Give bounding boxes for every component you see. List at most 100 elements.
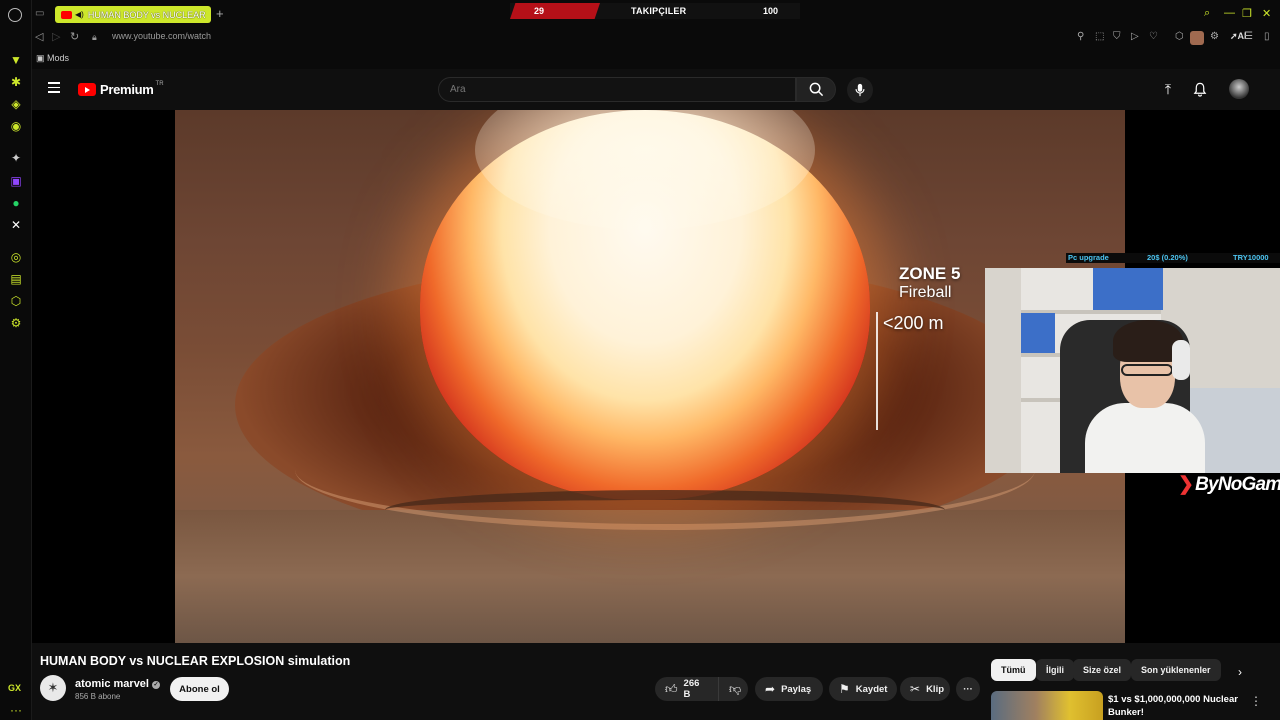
gx-control-icon[interactable]: ✱ (8, 74, 24, 90)
save-label: Kaydet (855, 683, 888, 695)
recommendation-thumbnail[interactable] (991, 691, 1103, 720)
tab-youtube[interactable]: ◀) HUMAN BODY vs NUCLEAR (55, 6, 211, 23)
back-icon[interactable]: ◁ (35, 30, 43, 43)
follower-goal-bar: 29 TAKIPÇILER 100 (510, 3, 800, 19)
more-actions-button[interactable]: ··· (956, 677, 980, 701)
reload-icon[interactable]: ↻ (70, 30, 79, 43)
chevron-right-icon[interactable]: › (1238, 665, 1242, 679)
whatsapp-icon[interactable]: ● (8, 195, 24, 211)
channel-name-row[interactable]: atomic marvel ✓ (75, 678, 160, 690)
address-bar: ◁ ▷ ↻ 🔒︎ www.youtube.com/watch ⚲ ⬚ ⛉ ▷ ♡… (32, 28, 1280, 48)
gx-label: GX (8, 683, 22, 693)
extensions-icon[interactable]: ⬡ (8, 293, 24, 309)
voice-search-button[interactable] (847, 77, 873, 103)
vpn-icon[interactable]: ⬡ (1175, 31, 1184, 42)
goal-target: TRY10000 (1233, 253, 1269, 262)
brand-mark-icon: ❯ (1178, 474, 1194, 495)
player-icon[interactable]: ◎ (8, 249, 24, 265)
chatgpt-icon[interactable]: ✦ (8, 150, 24, 166)
search-input[interactable] (439, 78, 759, 101)
follower-label: TAKIPÇILER (631, 6, 687, 16)
new-tab-button[interactable]: + (216, 6, 224, 21)
restore-icon[interactable]: ❐ (1242, 7, 1252, 20)
speed-dial-icon[interactable]: ▼ (8, 52, 24, 68)
donation-goal-bar: Pc upgrade 20$ (0.20%) TRY10000 (1066, 253, 1280, 263)
url-field[interactable]: www.youtube.com/watch (112, 31, 211, 41)
share-button[interactable]: ➦ Paylaş (755, 677, 823, 701)
chip-all[interactable]: Tümü (991, 659, 1036, 681)
twitch-icon[interactable]: ▣ (8, 173, 24, 189)
like-button[interactable]: 👍︎ 266 B (655, 677, 718, 701)
history-icon[interactable]: ▤ (8, 271, 24, 287)
search-box (438, 77, 796, 102)
webcam-blue-panel (1021, 313, 1055, 353)
follower-current: 29 (534, 6, 545, 16)
save-button[interactable]: ⚑ Kaydet (829, 677, 897, 701)
play-icon[interactable]: ▷ (1131, 31, 1139, 42)
brand-text: ByNoGame (1195, 473, 1280, 495)
browser-window: ▼ ✱ ◈ ◉ ✦ ▣ ● ✕ ◎ ▤ ⬡ ⚙ GX ··· ▭ ◀) HUMA… (0, 0, 1280, 720)
opera-gx-logo-icon[interactable] (8, 8, 22, 22)
x-twitter-icon[interactable]: ✕ (8, 217, 24, 233)
search-icon (809, 82, 823, 97)
recommendation-more-icon[interactable]: ⋮ (1250, 694, 1262, 708)
microphone-icon (855, 83, 865, 97)
youtube-premium-logo[interactable]: Premium TR (78, 80, 164, 97)
clip-button[interactable]: ✂ Klip (900, 677, 950, 701)
lock-icon: 🔒︎ (92, 32, 97, 42)
menu-hamburger-icon[interactable] (48, 82, 60, 93)
country-code: TR (155, 80, 164, 87)
zone-distance: <200 m (883, 313, 944, 333)
more-icon[interactable]: ··· (8, 702, 24, 718)
channel-name[interactable]: atomic marvel (75, 678, 149, 690)
pin-icon[interactable]: ⚲ (1077, 31, 1084, 42)
forward-icon[interactable]: ▷ (52, 30, 60, 43)
gx-corner-icon[interactable]: ◈ (8, 96, 24, 112)
bookmarks-bar: ▣ Mods (32, 48, 1280, 69)
notifications-bell-icon[interactable] (1191, 80, 1209, 98)
workspaces-icon[interactable]: ▭ (35, 8, 44, 19)
gx-cleaner-icon[interactable]: ◉ (8, 118, 24, 134)
webcam-blue-panel-top (1093, 268, 1163, 310)
shield-icon[interactable]: ⛉ (1113, 31, 1121, 42)
dislike-button[interactable]: 👎︎ (718, 677, 748, 701)
webcam-headphones (1172, 340, 1190, 380)
chip-for-you[interactable]: Size özel (1073, 659, 1132, 681)
ridge-graphic (385, 490, 945, 530)
account-avatar[interactable] (1229, 79, 1249, 99)
channel-avatar[interactable]: ✶ (40, 675, 66, 701)
bookmark-icon: ⚑ (839, 682, 850, 696)
close-icon[interactable]: ✕ (1262, 7, 1271, 20)
upload-icon[interactable]: ⤒ (1159, 80, 1177, 98)
follower-target: 100 (763, 6, 779, 16)
chip-related[interactable]: İlgili (1036, 659, 1074, 681)
streamer-brand-logo: ❯ ByNoGame (1178, 473, 1280, 496)
minimize-icon[interactable]: — (1224, 7, 1235, 19)
browser-sidebar: ▼ ✱ ◈ ◉ ✦ ▣ ● ✕ ◎ ▤ ⬡ ⚙ GX ··· (0, 0, 32, 720)
logo-text: Premium (100, 82, 154, 97)
webcam-glasses (1121, 364, 1173, 376)
speaker-icon[interactable]: ◀) (75, 10, 84, 19)
zone-marker-line (876, 312, 878, 430)
sidebar-toggle-icon[interactable]: ▯ (1264, 31, 1270, 42)
recommendation-title[interactable]: $1 vs $1,000,000,000 Nuclear Bunker! (1108, 693, 1258, 719)
bookmark-mods[interactable]: ▣ Mods (36, 53, 69, 64)
subscriber-count: 856 B abone (75, 692, 121, 701)
wallet-icon[interactable]: ⚙ (1210, 31, 1219, 42)
zone-name: Fireball (899, 284, 952, 301)
profile-extension-icon[interactable] (1190, 31, 1204, 45)
goal-name: Pc upgrade (1068, 253, 1109, 262)
webcam-overlay (985, 268, 1280, 473)
search-tabs-icon[interactable]: ⌕ (1204, 7, 1210, 20)
subscribe-button[interactable]: Abone ol (170, 677, 229, 701)
settings-icon[interactable]: ⚙ (8, 315, 24, 331)
heart-icon[interactable]: ♡ (1149, 31, 1158, 42)
search-button[interactable] (796, 77, 836, 102)
video-frame[interactable]: ZONE 5 Fireball <200 m (175, 110, 1125, 643)
chip-recent[interactable]: Son yüklenenler (1131, 659, 1221, 681)
menu-icon[interactable]: ☰ (1244, 31, 1253, 42)
video-title: HUMAN BODY vs NUCLEAR EXPLOSION simulati… (40, 654, 351, 668)
snapshot-icon[interactable]: ⬚ (1095, 31, 1104, 42)
tab-bar: ▭ ◀) HUMAN BODY vs NUCLEAR + 29 TAKIPÇIL… (32, 0, 1280, 28)
youtube-header: Premium TR ⤒ (32, 70, 1280, 110)
